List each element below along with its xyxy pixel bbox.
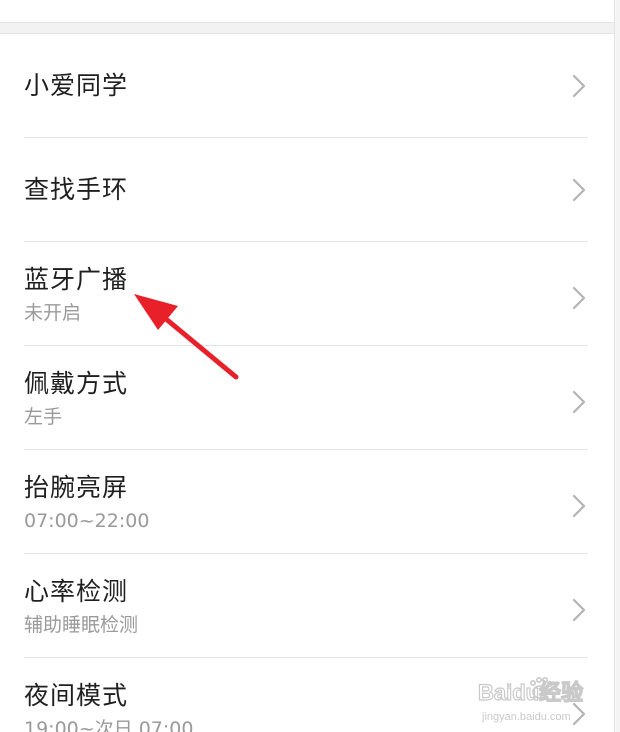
chevron-right-icon [572, 286, 586, 310]
chevron-right-icon [572, 598, 586, 622]
chevron-right-icon [572, 178, 586, 202]
row-text: 抬腕亮屏 07:00~22:00 [24, 450, 149, 554]
row-title: 小爱同学 [24, 71, 129, 100]
section-separator [0, 22, 620, 34]
chevron-right-icon [572, 390, 586, 414]
row-subtitle: 07:00~22:00 [24, 510, 150, 532]
watermark-brand: Baidu经验 [478, 680, 583, 705]
previous-section-edge [0, 0, 620, 22]
row-text: 蓝牙广播 未开启 [24, 242, 128, 346]
row-title: 佩戴方式 [24, 369, 129, 398]
screen-right-edge [614, 0, 620, 732]
row-subtitle: 辅助睡眠检测 [24, 614, 139, 636]
baidu-jingyan-watermark: Baidu经验 jingyan.baidu.com [478, 676, 584, 723]
settings-row-heart-rate[interactable]: 心率检测 辅助睡眠检测 [0, 554, 614, 658]
row-text: 小爱同学 [24, 34, 128, 138]
row-text: 夜间模式 19:00~次日 07:00 [24, 658, 193, 732]
settings-row-bluetooth-broadcast[interactable]: 蓝牙广播 未开启 [0, 242, 614, 346]
row-text: 佩戴方式 左手 [24, 346, 128, 450]
row-text: 心率检测 辅助睡眠检测 [24, 554, 138, 658]
row-text: 查找手环 [24, 138, 128, 242]
settings-screen: 小爱同学 查找手环 蓝牙广播 未开启 佩戴方式 左手 抬腕亮屏 07:00~22… [0, 0, 620, 732]
row-subtitle: 19:00~次日 07:00 [24, 718, 194, 732]
row-title: 夜间模式 [24, 681, 129, 710]
settings-row-raise-to-wake[interactable]: 抬腕亮屏 07:00~22:00 [0, 450, 614, 554]
chevron-right-icon [572, 74, 586, 98]
row-title: 抬腕亮屏 [24, 473, 129, 502]
row-title: 查找手环 [24, 175, 129, 204]
row-title: 心率检测 [24, 577, 129, 606]
row-subtitle: 左手 [24, 406, 63, 428]
settings-row-find-band[interactable]: 查找手环 [0, 138, 614, 242]
row-title: 蓝牙广播 [24, 265, 129, 294]
settings-row-wear-mode[interactable]: 佩戴方式 左手 [0, 346, 614, 450]
chevron-right-icon [572, 494, 586, 518]
watermark-url: jingyan.baidu.com [481, 711, 571, 723]
settings-list: 小爱同学 查找手环 蓝牙广播 未开启 佩戴方式 左手 抬腕亮屏 07:00~22… [0, 34, 614, 732]
settings-row-xiaoai[interactable]: 小爱同学 [0, 34, 614, 138]
row-subtitle: 未开启 [24, 302, 82, 324]
